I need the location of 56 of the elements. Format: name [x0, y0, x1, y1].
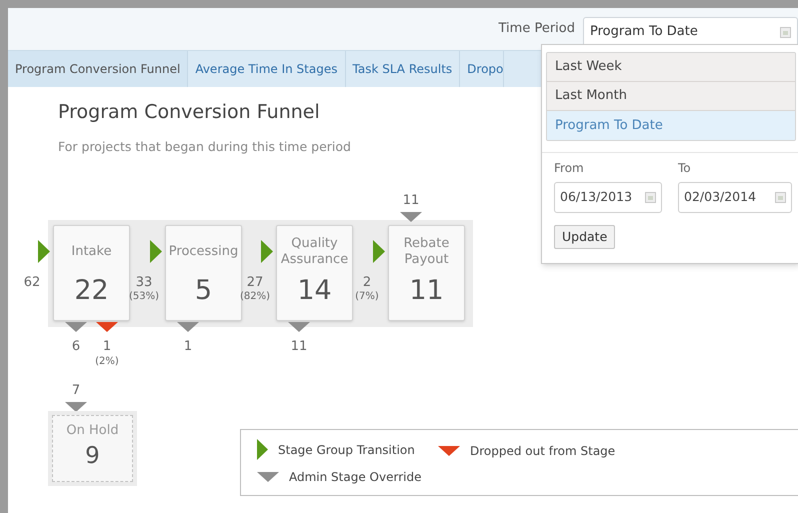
transition-percent: (82%) [240, 290, 270, 303]
down-triangle-icon [65, 402, 87, 412]
stage-count: 14 [297, 274, 332, 308]
stage-count: 22 [74, 274, 109, 308]
down-triangle-icon [257, 472, 279, 482]
right-triangle-icon [38, 240, 50, 263]
down-triangle-icon [96, 322, 118, 332]
from-date-field[interactable]: 06/13/2013 [554, 182, 662, 213]
transition-count: 62 [24, 275, 40, 290]
stage-name: Rebate Payout [402, 235, 450, 269]
transition-count: 2 [362, 275, 372, 290]
stage-name: On Hold [66, 423, 119, 439]
calendar-icon [645, 192, 656, 203]
tab[interactable]: Task SLA Results [346, 51, 460, 87]
dropped-count: 1 [102, 339, 112, 355]
down-triangle-icon [288, 322, 310, 332]
calendar-icon [780, 26, 791, 38]
legend-label: Dropped out from Stage [470, 443, 616, 460]
update-button[interactable]: Update [554, 225, 616, 249]
to-label: To [678, 160, 692, 177]
down-triangle-icon [400, 212, 422, 222]
dropped-percent: (2%) [95, 355, 119, 369]
right-triangle-icon [257, 439, 268, 460]
stage-name: Processing [168, 243, 240, 261]
dropdown-option[interactable]: Last Month [547, 82, 795, 111]
override-count: 1 [184, 339, 192, 355]
stage-count: 5 [194, 274, 212, 308]
stage-name: Intake [70, 243, 113, 261]
tab[interactable]: Program Conversion Funnel [8, 51, 188, 87]
time-period-select[interactable]: Program To Date [583, 17, 798, 47]
dropdown-option[interactable]: Last Week [547, 53, 795, 82]
stage-count: 9 [85, 442, 100, 471]
right-triangle-icon [150, 240, 162, 263]
transition-count: 33 [136, 275, 152, 290]
page-subtitle: For projects that began during this time period [58, 138, 351, 156]
override-count: 7 [72, 383, 80, 399]
override-count: 6 [72, 339, 80, 355]
down-triangle-icon [438, 446, 460, 456]
from-label: From [554, 160, 585, 177]
transition-percent: (7%) [355, 290, 379, 303]
stage-name: Quality Assurance [280, 235, 350, 269]
down-triangle-icon [65, 322, 87, 332]
to-date-field[interactable]: 02/03/2014 [678, 182, 792, 213]
legend-label: Admin Stage Override [289, 469, 422, 486]
transition-percent: (53%) [128, 290, 160, 303]
time-period-label: Time Period [498, 20, 575, 38]
right-triangle-icon [373, 240, 385, 263]
legend-label: Stage Group Transition [278, 442, 415, 458]
override-count: 11 [402, 193, 420, 209]
calendar-icon [775, 192, 786, 203]
page-title: Program Conversion Funnel [58, 100, 320, 125]
override-count: 11 [290, 339, 308, 355]
down-triangle-icon [177, 322, 199, 332]
transition-count: 27 [246, 275, 264, 290]
stage-count: 11 [409, 274, 444, 308]
right-triangle-icon [261, 240, 273, 263]
